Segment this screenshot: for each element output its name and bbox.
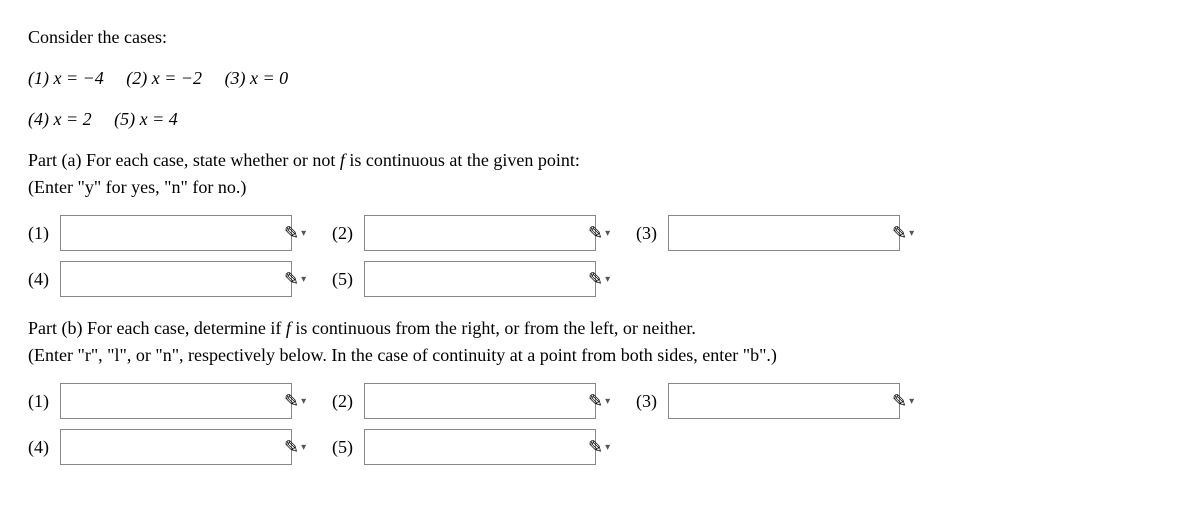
input-wrap-a5[interactable]: ✎ ▾: [364, 261, 596, 297]
cases-line-1: (1) x = −4 (2) x = −2 (3) x = 0: [28, 65, 1172, 92]
part-b-hint: (Enter "r", "l", or "n", respectively be…: [28, 345, 777, 365]
part-a-prompt-post: is continuous at the given point:: [345, 150, 580, 170]
case-4: (4) x = 2: [28, 109, 92, 129]
label-a4: (4): [28, 266, 60, 293]
input-wrap-b2[interactable]: ✎ ▾: [364, 383, 596, 419]
input-a1[interactable]: [61, 216, 284, 250]
caret-down-icon[interactable]: ▾: [909, 394, 914, 409]
part-a-row-2: (4) ✎ ▾ (5) ✎ ▾: [28, 261, 1172, 297]
case-1: (1) x = −4: [28, 68, 104, 88]
input-icons: ✎ ▾: [588, 434, 616, 461]
consider-cases-heading: Consider the cases:: [28, 24, 1172, 51]
part-b-prompt-pre: Part (b) For each case, determine if: [28, 318, 286, 338]
pencil-icon: ✎: [588, 388, 603, 415]
pencil-icon: ✎: [284, 388, 299, 415]
label-b3: (3): [636, 388, 668, 415]
part-b-row-2: (4) ✎ ▾ (5) ✎ ▾: [28, 429, 1172, 465]
pencil-icon: ✎: [284, 266, 299, 293]
caret-down-icon[interactable]: ▾: [301, 394, 306, 409]
caret-down-icon[interactable]: ▾: [605, 272, 610, 287]
input-a3[interactable]: [669, 216, 892, 250]
input-icons: ✎ ▾: [892, 388, 920, 415]
input-wrap-a3[interactable]: ✎ ▾: [668, 215, 900, 251]
caret-down-icon[interactable]: ▾: [605, 226, 610, 241]
input-wrap-b4[interactable]: ✎ ▾: [60, 429, 292, 465]
input-wrap-b1[interactable]: ✎ ▾: [60, 383, 292, 419]
caret-down-icon[interactable]: ▾: [301, 226, 306, 241]
case-3: (3) x = 0: [225, 68, 289, 88]
input-wrap-a2[interactable]: ✎ ▾: [364, 215, 596, 251]
pencil-icon: ✎: [892, 388, 907, 415]
input-wrap-a4[interactable]: ✎ ▾: [60, 261, 292, 297]
cases-line-2: (4) x = 2 (5) x = 4: [28, 106, 1172, 133]
pencil-icon: ✎: [892, 220, 907, 247]
part-a-row-1: (1) ✎ ▾ (2) ✎ ▾ (3) ✎ ▾: [28, 215, 1172, 251]
input-icons: ✎ ▾: [284, 388, 312, 415]
input-wrap-a1[interactable]: ✎ ▾: [60, 215, 292, 251]
caret-down-icon[interactable]: ▾: [301, 272, 306, 287]
pencil-icon: ✎: [284, 220, 299, 247]
input-icons: ✎ ▾: [284, 434, 312, 461]
caret-down-icon[interactable]: ▾: [909, 226, 914, 241]
label-a2: (2): [332, 220, 364, 247]
input-icons: ✎ ▾: [588, 266, 616, 293]
input-wrap-b3[interactable]: ✎ ▾: [668, 383, 900, 419]
input-b5[interactable]: [365, 430, 588, 464]
pencil-icon: ✎: [588, 266, 603, 293]
input-wrap-b5[interactable]: ✎ ▾: [364, 429, 596, 465]
label-a5: (5): [332, 266, 364, 293]
pencil-icon: ✎: [284, 434, 299, 461]
label-a1: (1): [28, 220, 60, 247]
input-icons: ✎ ▾: [284, 266, 312, 293]
label-b1: (1): [28, 388, 60, 415]
input-a5[interactable]: [365, 262, 588, 296]
input-icons: ✎ ▾: [588, 220, 616, 247]
part-a-prompt-pre: Part (a) For each case, state whether or…: [28, 150, 340, 170]
input-b4[interactable]: [61, 430, 284, 464]
input-a4[interactable]: [61, 262, 284, 296]
label-b2: (2): [332, 388, 364, 415]
input-b1[interactable]: [61, 384, 284, 418]
part-a-hint: (Enter "y" for yes, "n" for no.): [28, 177, 246, 197]
case-5: (5) x = 4: [114, 109, 178, 129]
caret-down-icon[interactable]: ▾: [301, 440, 306, 455]
caret-down-icon[interactable]: ▾: [605, 440, 610, 455]
input-b3[interactable]: [669, 384, 892, 418]
case-2: (2) x = −2: [126, 68, 202, 88]
label-b4: (4): [28, 434, 60, 461]
input-icons: ✎ ▾: [892, 220, 920, 247]
pencil-icon: ✎: [588, 220, 603, 247]
part-b-row-1: (1) ✎ ▾ (2) ✎ ▾ (3) ✎ ▾: [28, 383, 1172, 419]
input-icons: ✎ ▾: [284, 220, 312, 247]
label-b5: (5): [332, 434, 364, 461]
input-icons: ✎ ▾: [588, 388, 616, 415]
caret-down-icon[interactable]: ▾: [605, 394, 610, 409]
part-a-prompt: Part (a) For each case, state whether or…: [28, 147, 1172, 201]
pencil-icon: ✎: [588, 434, 603, 461]
input-b2[interactable]: [365, 384, 588, 418]
input-a2[interactable]: [365, 216, 588, 250]
part-b-prompt: Part (b) For each case, determine if f i…: [28, 315, 1172, 369]
part-b-prompt-post: is continuous from the right, or from th…: [291, 318, 696, 338]
label-a3: (3): [636, 220, 668, 247]
